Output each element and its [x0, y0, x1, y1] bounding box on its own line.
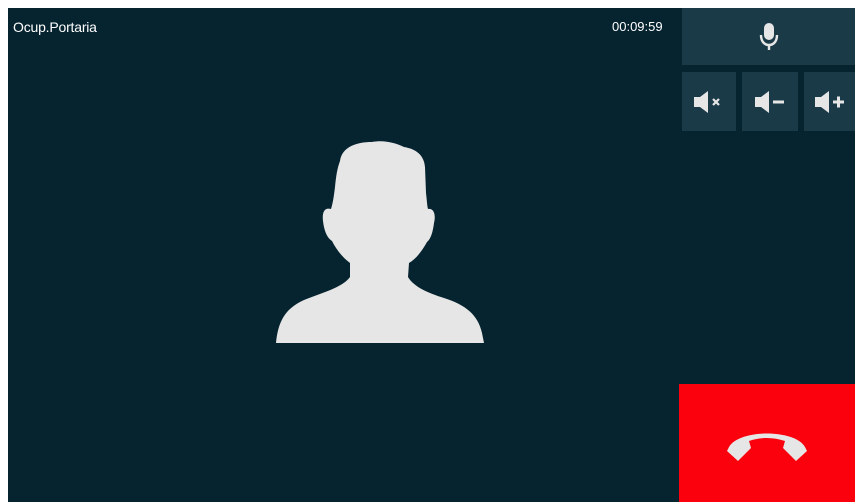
call-screen: Ocup.Portaria 00:09:59: [8, 8, 855, 502]
mute-button[interactable]: [682, 72, 736, 131]
volume-down-button[interactable]: [742, 72, 798, 131]
microphone-icon: [759, 22, 778, 50]
microphone-button[interactable]: [682, 8, 855, 65]
call-timer: 00:09:59: [612, 19, 663, 34]
speaker-mute-icon: [694, 90, 720, 113]
caller-avatar-icon: [276, 141, 484, 343]
speaker-plus-icon: [814, 90, 844, 113]
volume-up-button[interactable]: [804, 72, 855, 131]
caller-name: Ocup.Portaria: [13, 19, 97, 35]
hangup-button[interactable]: [679, 384, 855, 502]
speaker-minus-icon: [755, 90, 784, 113]
phone-hangup-icon: [727, 433, 807, 461]
